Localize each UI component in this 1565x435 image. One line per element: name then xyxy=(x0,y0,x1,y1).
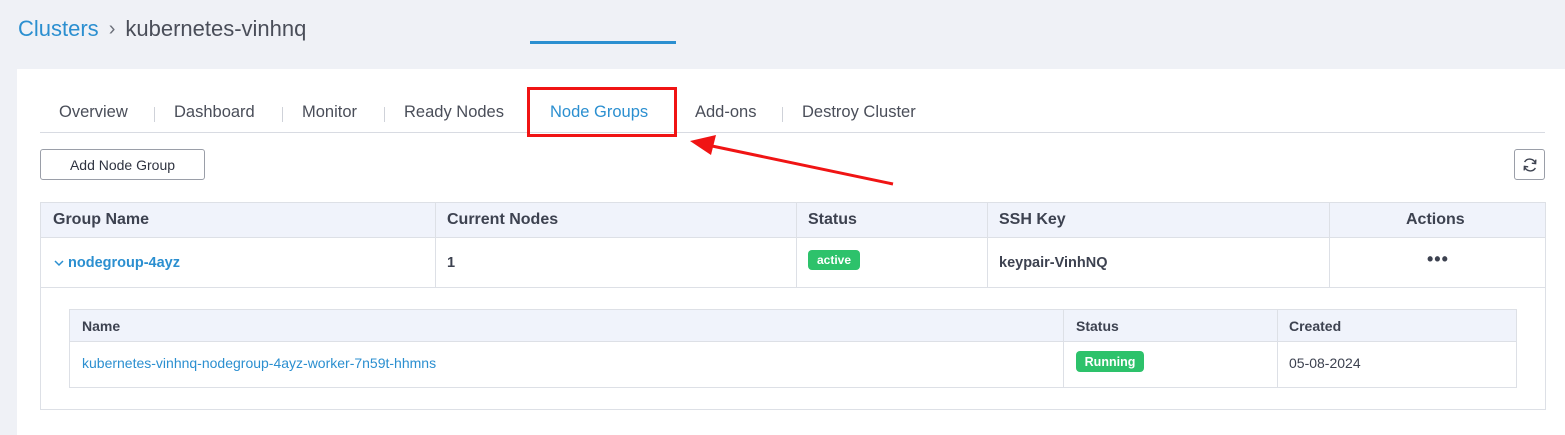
nodes-subtable: Name Status Created kubernetes-vinhnq-no… xyxy=(69,309,1517,388)
subheader-created: Created xyxy=(1289,318,1342,334)
header-actions: Actions xyxy=(1406,211,1465,228)
refresh-icon xyxy=(1523,157,1536,172)
node-created-date: 05-08-2024 xyxy=(1289,355,1361,371)
node-name-link[interactable]: kubernetes-vinhnq-nodegroup-4ayz-worker-… xyxy=(82,355,436,371)
group-name-text[interactable]: nodegroup-4ayz xyxy=(68,255,180,271)
ssh-key-value: keypair-VinhNQ xyxy=(999,255,1108,271)
group-name-link[interactable]: nodegroup-4ayz xyxy=(53,255,180,271)
refresh-button[interactable] xyxy=(1514,149,1545,180)
header-ssh-key: SSH Key xyxy=(999,211,1066,228)
more-actions-icon[interactable]: ••• xyxy=(1427,249,1449,270)
add-node-group-button[interactable]: Add Node Group xyxy=(40,149,205,180)
column-divider xyxy=(1277,310,1278,387)
current-nodes-value: 1 xyxy=(447,255,456,271)
header-current-nodes: Current Nodes xyxy=(447,211,559,228)
node-status-badge: Running xyxy=(1076,351,1144,372)
table-row[interactable]: nodegroup-4ayz 1 active keypair-VinhNQ •… xyxy=(41,237,1545,288)
header-status: Status xyxy=(808,211,857,228)
table-header: Group Name Current Nodes Status SSH Key … xyxy=(41,203,1545,238)
column-divider xyxy=(1063,310,1064,387)
status-badge: active xyxy=(808,250,860,270)
node-groups-table: Group Name Current Nodes Status SSH Key … xyxy=(40,202,1546,410)
chevron-down-icon[interactable] xyxy=(53,257,65,269)
subheader-status: Status xyxy=(1076,318,1119,334)
subheader-name: Name xyxy=(82,318,121,334)
header-group-name: Group Name xyxy=(53,211,150,228)
subtable-header: Name Status Created xyxy=(70,310,1516,342)
